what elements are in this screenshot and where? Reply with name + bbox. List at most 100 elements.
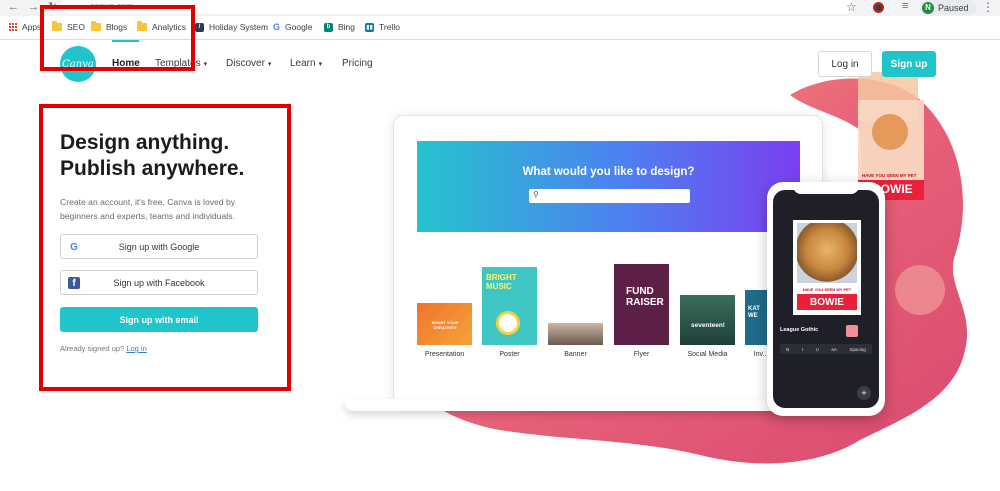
phone-toolbar-bold: B <box>786 346 790 352</box>
template-poster-label: Poster <box>499 351 520 358</box>
holiday-system-icon: / <box>195 22 204 32</box>
chevron-down-icon: ▾ <box>203 60 208 68</box>
nav-learn-label: Learn <box>290 58 316 69</box>
extension-icon[interactable] <box>873 2 884 13</box>
bookmark-holiday-label: Holiday System <box>209 22 269 32</box>
wall-poster-top <box>858 72 918 122</box>
nav-home-label: Home <box>112 58 140 69</box>
dog-photo <box>797 223 857 283</box>
flyer-thumb-text: FUND RAISER <box>626 286 664 308</box>
canva-logo[interactable]: Canva <box>60 46 96 82</box>
nav-discover-label: Discover <box>226 58 265 69</box>
chevron-down-icon: ▾ <box>318 60 323 68</box>
template-invitation-thumb: KAT WE <box>745 290 769 345</box>
wall-poster-dog <box>858 100 924 195</box>
signup-facebook-button[interactable]: f Sign up with Facebook <box>60 270 258 295</box>
back-icon[interactable]: ← <box>8 1 19 13</box>
folder-icon <box>52 21 62 31</box>
login-link[interactable]: Log in <box>126 344 146 353</box>
phone-notch <box>793 184 859 194</box>
invitation-thumb-text: KAT WE <box>748 306 760 319</box>
signup-email-label: Sign up with email <box>119 314 199 325</box>
signup-button[interactable]: Sign up <box>882 51 936 77</box>
template-banner-label: Banner <box>564 351 587 358</box>
wall-caption: HAVE YOU SEEN MY PET <box>862 173 917 178</box>
address-bar[interactable]: canva.com <box>62 0 852 14</box>
bookmark-blogs-label: Blogs <box>106 22 128 32</box>
already-text: Already signed up? <box>60 344 125 353</box>
folder-icon <box>137 21 147 31</box>
already-signed-up: Already signed up? Log in <box>60 344 147 353</box>
phone-toolbar-case: aA <box>831 346 837 352</box>
phone-text-toolbar: B I U aA Spacing <box>780 344 872 354</box>
address-url: canva.com <box>90 1 134 11</box>
nav-templates[interactable]: Templates ▾ <box>155 58 207 69</box>
bing-icon: b <box>324 22 333 32</box>
reload-icon[interactable]: ↻ <box>48 1 57 13</box>
signup-facebook-label: Sign up with Facebook <box>113 277 205 288</box>
template-banner-thumb <box>548 323 603 345</box>
nav-discover[interactable]: Discover ▾ <box>226 58 271 69</box>
design-search-input: ⚲ <box>529 189 690 203</box>
hero-title: Design anything. Publish anywhere. <box>60 130 290 182</box>
phone-color-swatch <box>846 325 858 337</box>
poster-thumb-text: BRIGHT MUSIC <box>486 273 517 291</box>
design-prompt: What would you like to design? <box>522 166 695 178</box>
nav-templates-label: Templates <box>155 58 201 69</box>
design-banner <box>417 141 800 232</box>
bookmark-google-label: Google <box>285 22 313 32</box>
signup-google-button[interactable]: G Sign up with Google <box>60 234 258 259</box>
poster-drum-icon <box>496 311 520 335</box>
template-presentation-label: Presentation <box>424 351 465 358</box>
template-social-label: Social Media <box>687 351 728 358</box>
facebook-icon: f <box>68 277 80 289</box>
logo-text: Canva <box>62 58 94 70</box>
template-presentation-thumb: BOOST YOUR CREATIVITY <box>417 303 472 345</box>
search-icon: ⚲ <box>533 190 539 199</box>
phone-caption: HAVE YOU SEEN MY PET <box>802 287 852 292</box>
bookmark-star-icon[interactable]: ☆ <box>846 0 857 14</box>
profile-status: Paused <box>938 2 969 13</box>
social-thumb-text: seventeen! <box>691 322 725 329</box>
browser-toolbar: ← → ↻ canva.com ☆ ≡ N Paused ⋮ <box>0 0 1000 16</box>
hero-title-line-1: Design anything. <box>60 131 230 154</box>
forward-icon[interactable]: → <box>28 1 39 13</box>
signup-google-label: Sign up with Google <box>118 241 200 252</box>
browser-menu-icon[interactable]: ⋮ <box>982 0 994 14</box>
bookmark-apps[interactable]: Apps <box>8 22 41 32</box>
phone-toolbar-underline: U <box>815 346 819 352</box>
phone-toolbar-spacing: Spacing <box>849 346 866 352</box>
hero-subtitle: Create an account, it's free. Canva is l… <box>60 197 236 221</box>
reading-list-icon[interactable]: ≡ <box>902 0 908 12</box>
wall-dog-head <box>872 114 908 150</box>
signup-email-button[interactable]: Sign up with email <box>60 307 258 332</box>
bookmark-holiday[interactable]: / Holiday System <box>195 22 268 32</box>
bookmark-seo[interactable]: SEO <box>52 21 85 32</box>
trello-icon: ▮▮ <box>365 22 374 32</box>
presentation-thumb-text: BOOST YOUR CREATIVITY <box>431 320 459 330</box>
template-flyer-thumb: FUND RAISER <box>614 264 669 345</box>
bookmark-trello[interactable]: ▮▮ Trello <box>365 22 400 32</box>
apps-grid-icon <box>8 23 17 32</box>
bookmark-bing[interactable]: b Bing <box>324 22 355 32</box>
profile-avatar: N <box>922 1 934 14</box>
phone-font-name: League Gothic <box>780 327 819 333</box>
bookmark-blogs[interactable]: Blogs <box>91 21 128 32</box>
nav-learn[interactable]: Learn ▾ <box>290 58 322 69</box>
template-flyer-label: Flyer <box>633 351 650 358</box>
phone-add-button: + <box>857 386 871 400</box>
template-social-thumb: seventeen! <box>680 295 735 345</box>
bookmark-analytics-label: Analytics <box>152 22 187 32</box>
nav-pricing[interactable]: Pricing <box>342 58 373 69</box>
bookmark-google[interactable]: G Google <box>273 22 312 32</box>
profile-button[interactable]: N Paused <box>920 0 977 15</box>
template-poster-thumb: BRIGHT MUSIC <box>482 267 537 345</box>
bookmark-apps-label: Apps <box>22 22 42 32</box>
nav-home[interactable]: Home <box>112 58 140 69</box>
bookmark-analytics[interactable]: Analytics <box>137 21 187 32</box>
folder-icon <box>91 21 101 31</box>
bookmark-bing-label: Bing <box>338 22 356 32</box>
phone-bowie-label: BOWIE <box>797 294 857 310</box>
login-button[interactable]: Log in <box>818 51 872 77</box>
bookmark-trello-label: Trello <box>379 22 400 32</box>
